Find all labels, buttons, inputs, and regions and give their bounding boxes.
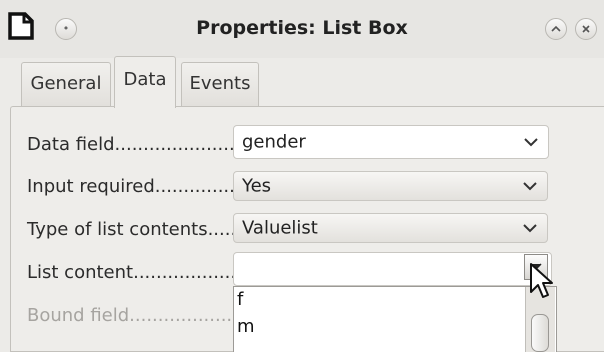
window-title: Properties: List Box: [196, 17, 408, 39]
chevron-down-icon: [523, 224, 537, 233]
close-icon[interactable]: [575, 18, 597, 40]
minimize-icon[interactable]: [545, 18, 567, 40]
tab-events[interactable]: Events: [181, 62, 259, 106]
list-content-popup[interactable]: f m: [233, 286, 557, 352]
tab-data[interactable]: Data: [114, 56, 176, 108]
tab-general[interactable]: General: [21, 62, 111, 106]
window-titlebar: • Properties: List Box: [0, 0, 604, 58]
list-item[interactable]: f: [237, 289, 243, 310]
input-required-label: Input required.................: [27, 176, 253, 197]
input-required-value: Yes: [242, 175, 272, 197]
list-content-label: List content....................: [27, 262, 248, 283]
list-type-value: Valuelist: [242, 217, 318, 239]
list-type-label: Type of list contents.....: [27, 219, 237, 240]
list-type-select[interactable]: Valuelist: [233, 213, 548, 243]
chevron-down-icon: [524, 138, 538, 147]
input-required-select[interactable]: Yes: [233, 171, 548, 201]
data-field-combobox[interactable]: gender: [233, 125, 549, 159]
chevron-down-icon: [523, 182, 537, 191]
data-field-label: Data field........................: [27, 134, 252, 155]
mouse-pointer-icon: [530, 263, 553, 298]
scrollbar-thumb[interactable]: [531, 314, 549, 352]
list-content-input[interactable]: [233, 252, 552, 286]
list-item[interactable]: m: [237, 316, 255, 337]
data-field-value: gender: [242, 131, 306, 153]
